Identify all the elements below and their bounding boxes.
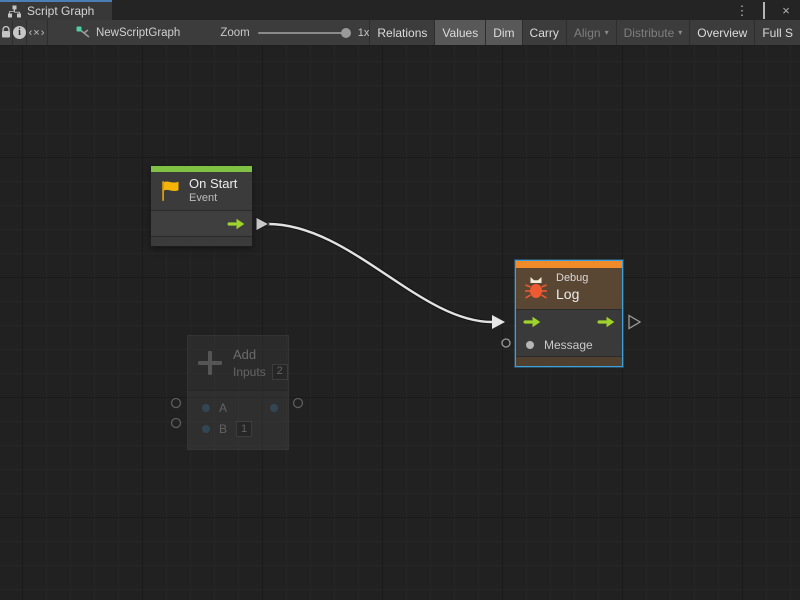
- add-ghost-header: Add Inputs 2: [188, 336, 288, 390]
- add-ghost-inputs-label: Inputs: [233, 365, 266, 380]
- maximize-button[interactable]: [756, 4, 772, 17]
- wire-layer: [0, 46, 800, 600]
- message-port-dot[interactable]: [526, 341, 534, 349]
- on-start-header: On Start Event: [151, 172, 252, 210]
- flow-output-arrow-icon[interactable]: [227, 218, 245, 230]
- edit-source-button[interactable]: ‹×›: [27, 20, 48, 45]
- toolbar-button-relations[interactable]: Relations: [370, 20, 435, 45]
- maximize-icon: [763, 2, 765, 19]
- add-ghost-row-a: A: [188, 397, 288, 418]
- inspect-button[interactable]: i: [13, 20, 27, 45]
- zoom-slider[interactable]: [258, 32, 350, 34]
- flag-icon: [159, 179, 181, 203]
- close-button[interactable]: ×: [778, 4, 794, 17]
- wire-onstart-to-log[interactable]: [268, 224, 492, 322]
- info-icon: i: [13, 26, 26, 39]
- toolbar-toggles: Relations Values Dim Carry Align ▾ Distr…: [369, 20, 800, 45]
- flow-input-arrow-icon[interactable]: [523, 316, 541, 328]
- ghost-sum-output-port-circle[interactable]: [294, 399, 303, 408]
- zoom-value: 1x: [358, 27, 370, 39]
- zoom-slider-handle[interactable]: [341, 28, 351, 38]
- flow-output-arrow-icon[interactable]: [597, 316, 615, 328]
- debug-log-footer: [516, 356, 622, 366]
- script-graph-window: Script Graph ⋮ × i ‹×› NewScriptGraph Zo…: [0, 0, 800, 600]
- graph-canvas[interactable]: On Start Event: [0, 46, 800, 600]
- window-menu-button[interactable]: ⋮: [734, 4, 750, 17]
- debug-log-flow-row: [516, 309, 622, 333]
- toolbar-button-carry[interactable]: Carry: [523, 20, 567, 45]
- toolbar-button-align[interactable]: Align ▾: [567, 20, 617, 45]
- titlebar-spacer: [112, 0, 734, 20]
- lock-button[interactable]: [0, 20, 13, 45]
- port-b-value-field[interactable]: 1: [236, 421, 252, 437]
- node-debug-log[interactable]: Debug Log Message: [515, 260, 623, 367]
- debug-log-header: Debug Log: [516, 268, 622, 309]
- debug-log-accent-bar: [516, 261, 622, 268]
- chevron-down-icon: ▾: [678, 28, 682, 37]
- zoom-control: Zoom 1x: [220, 20, 369, 45]
- title-bar: Script Graph ⋮ ×: [0, 0, 800, 20]
- debug-log-category: Debug: [556, 272, 588, 286]
- graph-reference-button[interactable]: NewScriptGraph: [70, 20, 186, 45]
- ghost-b-input-port-circle[interactable]: [172, 419, 181, 428]
- onstart-output-port-triangle[interactable]: [256, 217, 269, 231]
- debug-log-title: Log: [556, 286, 588, 304]
- toolbar-button-overview[interactable]: Overview: [690, 20, 755, 45]
- port-a-label: A: [219, 401, 227, 415]
- node-on-start[interactable]: On Start Event: [150, 165, 253, 247]
- distribute-label: Distribute: [624, 26, 675, 40]
- on-start-body: [151, 210, 252, 236]
- bug-icon: [524, 275, 548, 301]
- log-output-port-triangle[interactable]: [629, 316, 640, 329]
- lock-icon: [0, 26, 12, 39]
- add-ghost-inputs-count-field[interactable]: 2: [272, 364, 288, 380]
- ghost-a-input-port-circle[interactable]: [172, 399, 181, 408]
- sum-output-dot[interactable]: [270, 404, 278, 412]
- add-ghost-title: Add: [233, 346, 288, 364]
- graph-name: NewScriptGraph: [96, 27, 180, 39]
- toolbar-button-fullscreen[interactable]: Full S: [755, 20, 800, 45]
- tab-title: Script Graph: [27, 4, 94, 18]
- toolbar-button-values[interactable]: Values: [435, 20, 486, 45]
- add-ghost-row-b: B 1: [188, 418, 288, 439]
- add-ghost-body: A B 1: [188, 390, 288, 449]
- graph-icon: [76, 26, 90, 39]
- port-b-dot[interactable]: [202, 425, 210, 433]
- on-start-subtitle: Event: [189, 192, 237, 206]
- window-controls: ⋮ ×: [734, 0, 800, 20]
- message-port-label: Message: [544, 338, 593, 352]
- debug-log-message-row: Message: [516, 333, 622, 356]
- align-label: Align: [574, 26, 601, 40]
- graph-toolbar: i ‹×› NewScriptGraph Zoom 1x Relations V…: [0, 20, 800, 46]
- node-add-ghost[interactable]: Add Inputs 2 A B 1: [187, 335, 289, 450]
- zoom-label: Zoom: [220, 27, 249, 39]
- wire-arrowhead-icon: [492, 315, 505, 329]
- port-a-dot[interactable]: [202, 404, 210, 412]
- log-message-port-circle[interactable]: [502, 339, 510, 347]
- plus-icon: [196, 349, 224, 377]
- toolbar-button-dim[interactable]: Dim: [486, 20, 522, 45]
- on-start-title: On Start: [189, 176, 237, 192]
- port-b-label: B: [219, 422, 227, 436]
- chevron-down-icon: ▾: [605, 28, 609, 37]
- hierarchy-icon: [8, 5, 21, 18]
- on-start-footer: [151, 236, 252, 246]
- tab-script-graph[interactable]: Script Graph: [0, 0, 112, 20]
- toolbar-button-distribute[interactable]: Distribute ▾: [617, 20, 691, 45]
